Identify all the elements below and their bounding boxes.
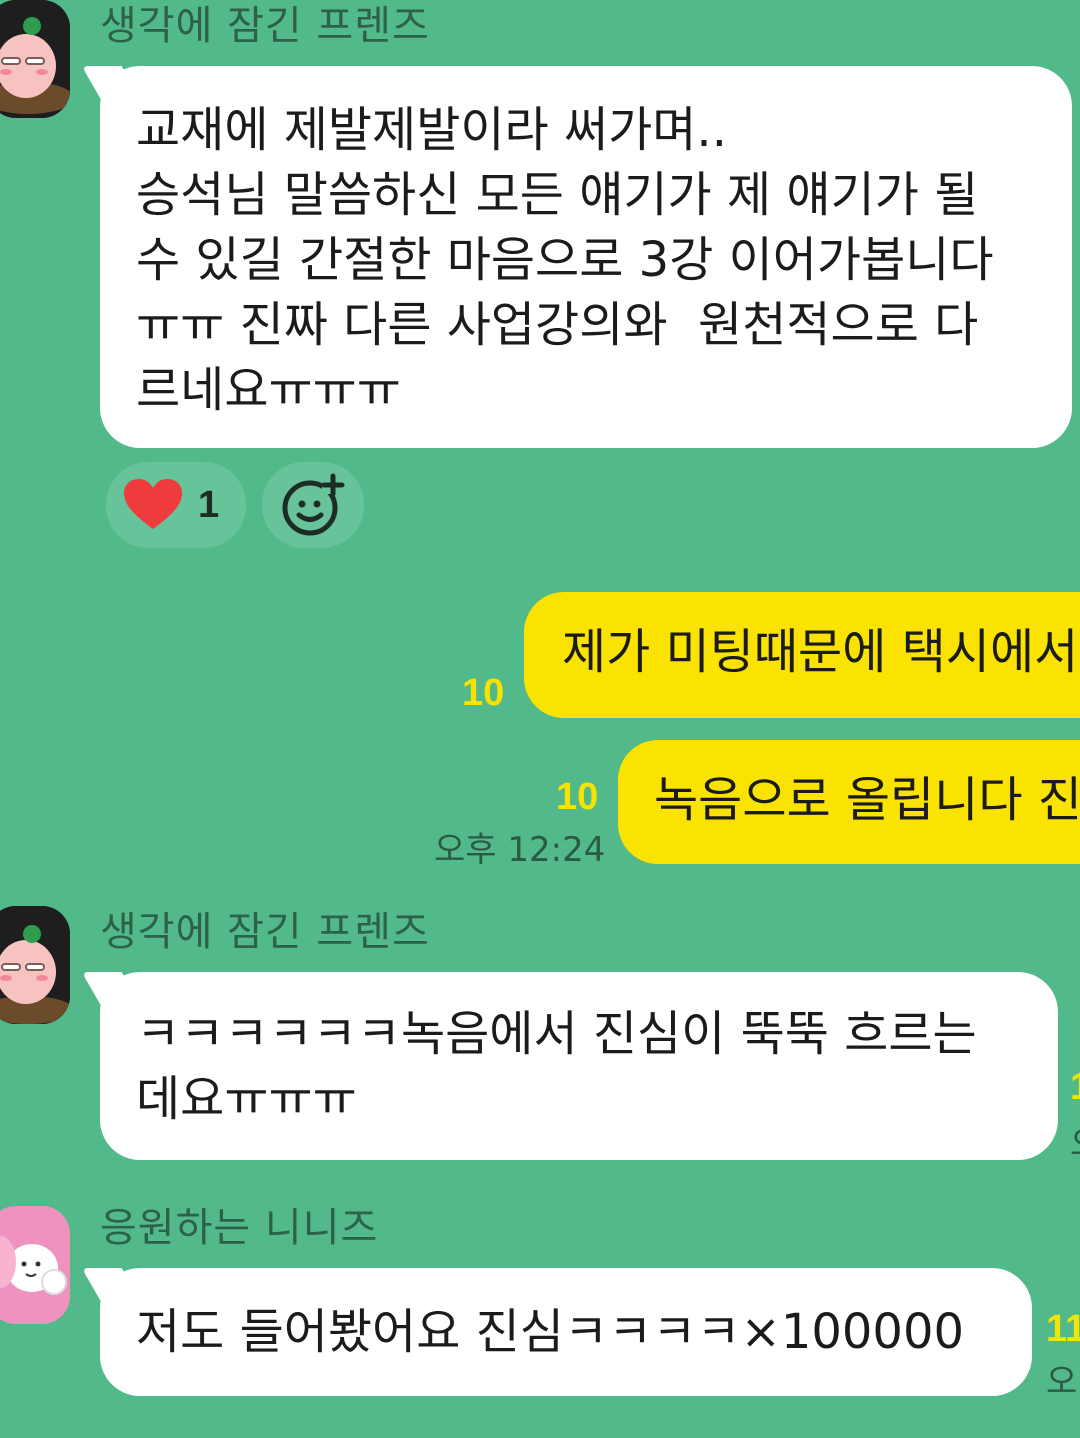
message-bubble[interactable]: 교재에 제발제발이라 써가며.. 승석님 말씀하신 모든 얘기가 제 얘기가 될…	[100, 66, 1072, 448]
message-text: 저도 들어봤어요 진심ㅋㅋㅋㅋ×100000	[136, 1304, 965, 1360]
unread-count: 10	[462, 672, 505, 714]
add-reaction-button[interactable]	[262, 462, 364, 548]
sender-name: 생각에 잠긴 프렌즈	[100, 909, 430, 955]
unread-count: 1	[1070, 1066, 1080, 1109]
add-emoji-icon	[282, 473, 345, 536]
avatar-ninis[interactable]	[0, 1206, 70, 1324]
heart-icon	[124, 479, 182, 529]
message-bubble[interactable]: ㅋㅋㅋㅋㅋㅋ녹음에서 진심이 뚝뚝 흐르는 데요ㅠㅠㅠ	[100, 972, 1058, 1160]
message-time: 오	[1070, 1116, 1080, 1165]
message-text: 제가 미팅때문에 택시에서	[562, 624, 1079, 680]
unread-count: 10	[556, 776, 599, 818]
message-time: 오후 12:24	[434, 830, 606, 870]
message-time: 오	[1046, 1362, 1078, 1402]
message-text: 교재에 제발제발이라 써가며.. 승석님 말씀하신 모든 얘기가 제 얘기가 될…	[136, 102, 994, 418]
avatar-friends[interactable]	[0, 906, 70, 1024]
reaction-count: 1	[198, 483, 220, 526]
sender-name: 응원하는 니니즈	[100, 1205, 379, 1251]
message-bubble-outgoing[interactable]: 녹음으로 올립니다 진	[618, 740, 1080, 864]
avatar-friends[interactable]	[0, 0, 70, 118]
reaction-heart-button[interactable]: 1	[106, 462, 246, 548]
message-bubble-outgoing[interactable]: 제가 미팅때문에 택시에서	[524, 592, 1080, 718]
message-text: ㅋㅋㅋㅋㅋㅋ녹음에서 진심이 뚝뚝 흐르는 데요ㅠㅠㅠ	[136, 1006, 977, 1127]
sender-name: 생각에 잠긴 프렌즈	[100, 3, 430, 49]
message-bubble[interactable]: 저도 들어봤어요 진심ㅋㅋㅋㅋ×100000	[100, 1268, 1032, 1396]
message-text: 녹음으로 올립니다 진	[654, 772, 1080, 828]
unread-count: 11	[1046, 1308, 1080, 1350]
